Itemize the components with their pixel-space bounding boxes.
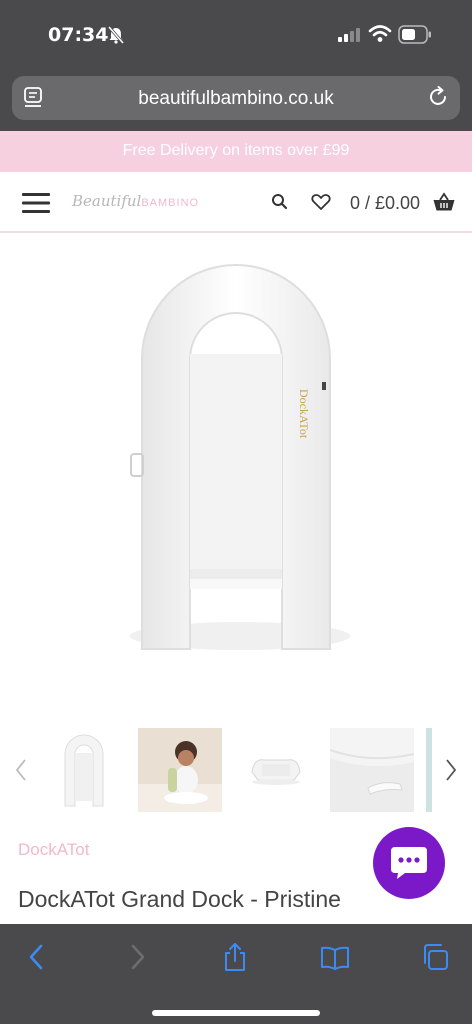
cellular-signal-icon	[338, 28, 360, 42]
basket-icon[interactable]	[432, 191, 456, 213]
promo-text: Free Delivery on items over £99	[122, 142, 350, 159]
thumbnail-more[interactable]	[426, 728, 432, 812]
promo-banner: Free Delivery on items over £99	[0, 131, 472, 172]
thumbnail-dock-side[interactable]	[234, 728, 318, 812]
wifi-icon	[368, 25, 392, 42]
thumbnail-fabric-detail[interactable]	[330, 728, 414, 812]
logo-caps: BAMBINO	[141, 197, 200, 209]
tabs-overview-icon[interactable]	[420, 942, 450, 972]
thumbnail-product-front[interactable]	[42, 728, 126, 812]
product-title: DockATot Grand Dock - Pristine	[18, 886, 341, 912]
cart-total[interactable]: 0 / £0.00	[350, 193, 420, 214]
battery-icon	[398, 25, 431, 44]
site-header: BeautifulBAMBINO 0 / £0.00	[0, 172, 472, 233]
browser-bottom-toolbar	[0, 924, 472, 1024]
site-logo[interactable]: BeautifulBAMBINO	[72, 192, 199, 214]
thumbnail-baby-in-dock[interactable]	[138, 728, 222, 812]
bookmarks-icon[interactable]	[320, 942, 350, 972]
carousel-next-icon[interactable]	[442, 757, 460, 783]
share-icon[interactable]	[220, 942, 250, 972]
reload-icon[interactable]	[426, 85, 450, 109]
forward-arrow-icon[interactable]	[122, 942, 152, 972]
chat-button[interactable]	[373, 827, 445, 899]
bell-muted-icon	[107, 26, 125, 44]
carousel-prev-icon[interactable]	[12, 757, 30, 783]
address-bar[interactable]: beautifulbambino.co.uk	[12, 76, 460, 120]
baby-photo-icon	[138, 728, 222, 812]
dockatot-print: DockATot	[297, 389, 311, 439]
logo-script: Beautiful	[72, 192, 142, 210]
dock-side-icon	[234, 728, 318, 812]
chat-bubble-icon	[391, 847, 427, 879]
reader-page-icon[interactable]	[22, 86, 46, 110]
home-indicator	[152, 1010, 320, 1016]
product-main-image[interactable]: DockATot	[0, 234, 472, 714]
product-brand-link[interactable]: DockATot	[18, 840, 90, 860]
search-icon[interactable]	[270, 192, 290, 212]
dock-thumbnail-icon	[42, 728, 126, 812]
fabric-detail-icon	[330, 728, 414, 812]
back-arrow-icon[interactable]	[22, 942, 52, 972]
wishlist-heart-icon[interactable]	[310, 191, 332, 213]
browser-top-chrome: 07:34 beautifulbambino.co.uk	[0, 0, 472, 131]
status-time: 07:34	[48, 24, 109, 46]
url-text: beautifulbambino.co.uk	[138, 88, 334, 109]
hamburger-menu-icon[interactable]	[22, 193, 50, 213]
